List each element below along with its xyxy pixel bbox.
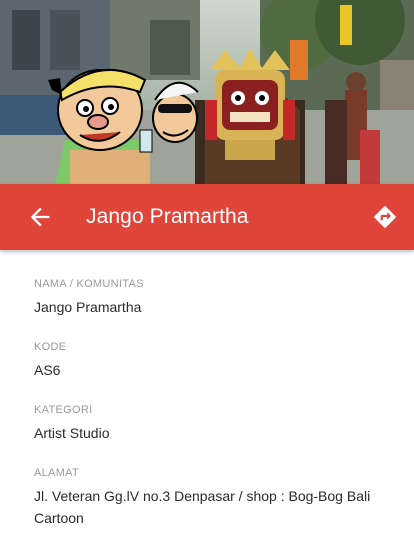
directions-icon (374, 206, 396, 228)
barong-figure (195, 48, 305, 184)
header-illustration (0, 0, 414, 184)
field-label: KATEGORI (34, 404, 93, 416)
field-value: Jl. Veteran Gg.lV no.3 Denpasar / shop :… (34, 488, 371, 526)
page-title: Jango Pramartha (86, 205, 249, 228)
field-label: NAMA / KOMUNITAS (34, 278, 144, 290)
detail-list: NAMA / KOMUNITAS Jango Pramartha KODE AS… (34, 276, 404, 550)
arrow-left-icon (30, 207, 50, 227)
field-value: Artist Studio (34, 425, 110, 441)
back-button[interactable] (26, 203, 54, 231)
header-photo (0, 0, 414, 184)
field-label: ALAMAT (34, 467, 79, 479)
field-value: Jango Pramartha (34, 299, 142, 315)
field-value: AS6 (34, 362, 61, 378)
field-category: KATEGORI Artist Studio (34, 402, 404, 444)
field-name: NAMA / KOMUNITAS Jango Pramartha (34, 276, 404, 318)
directions-button[interactable] (372, 204, 398, 230)
app-bar: Jango Pramartha (0, 184, 414, 250)
field-code: KODE AS6 (34, 339, 404, 381)
field-address: ALAMAT Jl. Veteran Gg.lV no.3 Denpasar /… (34, 465, 404, 529)
field-label: KODE (34, 341, 67, 353)
